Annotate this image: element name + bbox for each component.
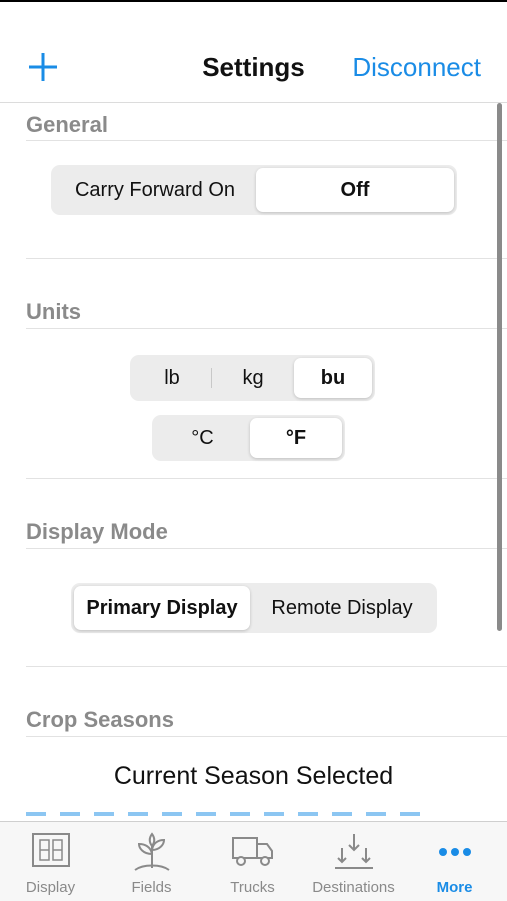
weight-unit-segmented-control[interactable]: lb kg bu (130, 355, 375, 401)
partially-visible-link-row[interactable] (26, 812, 426, 816)
carry-forward-segmented-control[interactable]: Carry Forward On Off (51, 165, 457, 215)
remote-display-option[interactable]: Remote Display (250, 586, 434, 630)
tab-display[interactable]: Display (0, 822, 101, 901)
tab-trucks-label: Trucks (230, 879, 275, 896)
unit-option-lb[interactable]: lb (133, 358, 211, 398)
carry-forward-off-option[interactable]: Off (256, 168, 454, 212)
truck-icon (231, 837, 273, 866)
scrollbar[interactable] (497, 103, 502, 631)
tab-display-label: Display (25, 879, 76, 896)
tab-destinations[interactable]: Destinations (303, 822, 404, 901)
temp-option-fahrenheit[interactable]: °F (250, 418, 342, 458)
section-header-units: Units (26, 299, 81, 324)
section-header-display-mode: Display Mode (26, 519, 168, 544)
divider (26, 328, 507, 329)
temp-option-celsius[interactable]: °C (155, 418, 250, 458)
primary-display-option[interactable]: Primary Display (74, 586, 250, 630)
display-icon (31, 833, 70, 867)
tab-trucks[interactable]: Trucks (202, 822, 303, 901)
temperature-unit-segmented-control[interactable]: °C °F (152, 415, 345, 461)
settings-list[interactable]: General Carry Forward On Off Units lb kg… (0, 103, 507, 821)
section-header-crop-seasons: Crop Seasons (26, 707, 174, 732)
divider (26, 258, 507, 259)
display-mode-segmented-control[interactable]: Primary Display Remote Display (71, 583, 437, 633)
unit-option-kg[interactable]: kg (212, 358, 294, 398)
plant-icon (133, 832, 170, 871)
more-dots-icon (438, 848, 471, 856)
carry-forward-on-option[interactable]: Carry Forward On (54, 168, 256, 212)
tab-fields-label: Fields (131, 879, 172, 896)
divider (26, 736, 507, 737)
tab-fields[interactable]: Fields (101, 822, 202, 901)
section-header-general: General (26, 112, 108, 137)
divider (26, 548, 507, 549)
tab-destinations-label: Destinations (312, 879, 395, 896)
divider (26, 666, 507, 667)
unload-arrows-icon (334, 834, 373, 869)
tab-more[interactable]: More (404, 822, 505, 901)
disconnect-button[interactable]: Disconnect (352, 52, 481, 83)
divider (26, 478, 507, 479)
current-season-label[interactable]: Current Season Selected (0, 762, 507, 791)
unit-option-bu[interactable]: bu (294, 358, 372, 398)
page-title-text: Settings (202, 52, 305, 82)
tab-bar: Display Fields Trucks Destinations More (0, 821, 507, 901)
tab-more-label: More (436, 879, 473, 896)
navigation-bar: Settings Disconnect (0, 2, 507, 103)
divider (26, 140, 507, 141)
